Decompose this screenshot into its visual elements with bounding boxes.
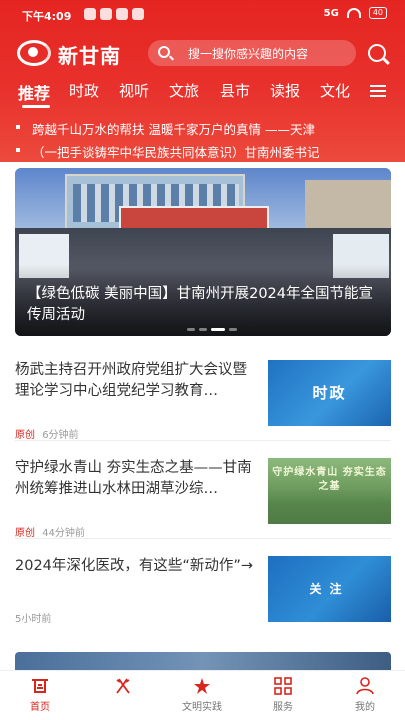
app-logo-icon	[17, 40, 51, 66]
tab-newspaper[interactable]: 读报	[270, 80, 300, 101]
header: 下午4:09 5G 40 新甘南 搜一搜你感兴趣的内容 推荐 时政 视听 文旅 …	[0, 0, 405, 162]
nav-services[interactable]: 服务	[253, 675, 313, 719]
news-thumbnail: 守护绿水青山 夯实生态之基	[268, 458, 391, 524]
carousel-dot	[187, 328, 195, 331]
bullet-icon	[16, 148, 20, 152]
banner-carousel[interactable]: 【绿色低碳 美丽中国】甘南州开展2024年全国节能宣传周活动	[15, 168, 391, 336]
tab-culture[interactable]: 文化	[320, 80, 350, 101]
nav-home[interactable]: 首页	[10, 675, 70, 719]
nav-profile[interactable]: 我的	[335, 675, 395, 719]
thumbnail-label: 时政	[312, 384, 347, 402]
search-icon	[158, 46, 170, 58]
banner-photo-building	[305, 180, 391, 230]
news-title: 2024年深化医改，有这些“新动作”→	[15, 558, 254, 574]
nav-civilization-practice[interactable]: 文明实践	[172, 675, 232, 719]
status-time: 下午4:09	[22, 10, 72, 23]
grid-services-icon	[274, 677, 292, 695]
wifi-icon	[346, 8, 361, 18]
search-button-icon[interactable]	[368, 44, 386, 62]
tab-audiovisual[interactable]: 视听	[119, 80, 149, 101]
bottom-nav: 首页 文明实践 服务 我的	[0, 670, 405, 720]
news-item[interactable]: 杨武主持召开州政府党组扩大会议暨理论学习中心组党纪学习教育… 原创 6分钟前 时…	[15, 360, 391, 456]
banner-caption: 【绿色低碳 美丽中国】甘南州开展2024年全国节能宣传周活动	[27, 286, 374, 323]
ticker-text: （一把手谈铸牢中华民族共同体意识）甘南州委书记	[32, 145, 320, 160]
news-time: 5小时前	[15, 614, 52, 625]
news-thumbnail: 关注	[268, 556, 391, 622]
news-item[interactable]: 守护绿水青山 夯实生态之基——甘南州统筹推进山水林田湖草沙综… 原创 44分钟前…	[15, 458, 391, 554]
nav-label: 我的	[355, 702, 375, 713]
signal-indicator: 5G	[323, 7, 339, 19]
nav-deer-logo[interactable]	[93, 675, 153, 719]
carousel-indicator	[187, 328, 237, 331]
search-placeholder: 搜一搜你感兴趣的内容	[188, 47, 309, 61]
channel-tabs: 推荐 时政 视听 文旅 县市 读报 文化	[0, 80, 405, 108]
bullet-icon	[16, 125, 20, 129]
active-tab-indicator	[22, 105, 50, 108]
ticker-item[interactable]: 跨越千山万水的帮扶 温暖千家万户的真情 ——天津	[0, 118, 405, 138]
menu-icon[interactable]	[370, 85, 386, 97]
carousel-dot	[229, 328, 237, 331]
nav-label: 服务	[273, 702, 293, 713]
news-title: 守护绿水青山 夯实生态之基——甘南州统筹推进山水林田湖草沙综…	[15, 460, 252, 497]
ticker-item[interactable]: （一把手谈铸牢中华民族共同体意识）甘南州委书记	[0, 141, 405, 161]
partial-image[interactable]	[15, 652, 391, 672]
tab-culture-tourism[interactable]: 文旅	[169, 80, 199, 101]
tab-politics[interactable]: 时政	[69, 80, 99, 101]
news-title: 杨武主持召开州政府党组扩大会议暨理论学习中心组党纪学习教育…	[15, 362, 247, 399]
user-icon	[356, 677, 374, 695]
app-title: 新甘南	[58, 44, 121, 68]
brand-row: 新甘南 搜一搜你感兴趣的内容	[0, 36, 405, 70]
nav-label: 首页	[30, 702, 50, 713]
news-meta: 原创 6分钟前	[15, 426, 79, 441]
news-meta: 原创 44分钟前	[15, 524, 85, 539]
news-meta: 5小时前	[15, 610, 51, 625]
nav-label: 文明实践	[182, 702, 222, 713]
carousel-dot-active	[211, 328, 225, 331]
civilization-practice-icon	[194, 678, 210, 694]
home-icon	[32, 679, 48, 693]
search-input[interactable]: 搜一搜你感兴趣的内容	[148, 40, 356, 66]
status-app-icons	[84, 8, 144, 20]
thumbnail-label: 关注	[309, 582, 350, 596]
status-indicators: 5G 40	[324, 7, 387, 19]
divider	[15, 538, 391, 539]
battery-indicator: 40	[368, 7, 387, 19]
news-thumbnail: 时政	[268, 360, 391, 426]
deer-logo-icon	[116, 678, 130, 694]
tab-counties[interactable]: 县市	[220, 80, 250, 101]
news-item[interactable]: 2024年深化医改，有这些“新动作”→ 5小时前 关注	[15, 556, 391, 652]
divider	[15, 440, 391, 441]
thumbnail-label: 守护绿水青山 夯实生态之基	[272, 467, 387, 492]
carousel-dot	[199, 328, 207, 331]
tab-recommend[interactable]: 推荐	[18, 80, 50, 104]
ticker-text: 跨越千山万水的帮扶 温暖千家万户的真情 ——天津	[32, 122, 315, 137]
status-bar: 下午4:09 5G 40	[0, 0, 405, 28]
